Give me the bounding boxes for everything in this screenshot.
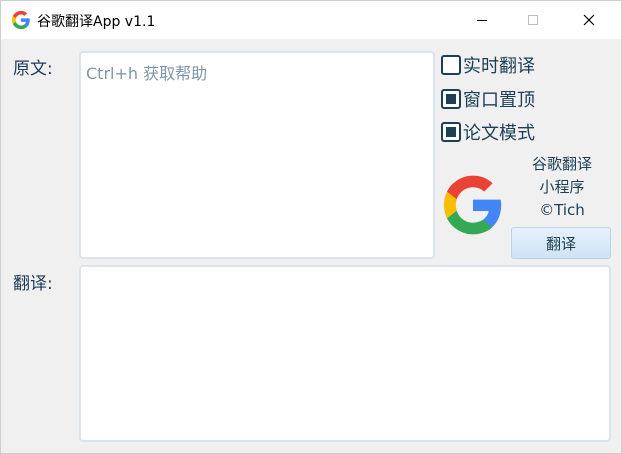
translation-output[interactable] <box>79 265 611 442</box>
realtime-translate-checkbox[interactable]: 实时翻译 <box>441 53 535 77</box>
close-icon <box>583 14 595 26</box>
title-bar[interactable]: 谷歌翻译App v1.1 <box>1 1 621 39</box>
about-line-3: ©Tich <box>539 201 585 219</box>
checkbox-label: 论文模式 <box>463 123 535 144</box>
checkbox-label: 实时翻译 <box>463 56 535 77</box>
checkbox-label: 窗口置顶 <box>463 90 535 111</box>
source-placeholder: Ctrl+h 获取帮助 <box>86 64 208 83</box>
google-g-icon <box>11 10 30 30</box>
app-window: 谷歌翻译App v1.1 原文: Ctrl+h 获取帮助 实时翻译 窗口置顶 论… <box>0 0 622 454</box>
translate-button[interactable]: 翻译 <box>511 227 611 259</box>
about-line-2: 小程序 <box>539 178 585 196</box>
maximize-button[interactable] <box>510 1 556 39</box>
checkbox-box[interactable] <box>441 89 461 109</box>
window-on-top-checkbox[interactable]: 窗口置顶 <box>441 87 535 111</box>
source-label: 原文: <box>13 59 53 79</box>
source-text-input[interactable]: Ctrl+h 获取帮助 <box>79 51 435 259</box>
minimize-icon <box>477 19 487 21</box>
google-g-icon <box>443 175 502 235</box>
about-line-1: 谷歌翻译 <box>531 155 592 173</box>
translate-button-label: 翻译 <box>545 234 576 253</box>
target-label: 翻译: <box>13 274 53 294</box>
checkbox-box[interactable] <box>441 122 461 142</box>
maximize-icon <box>528 15 538 25</box>
paper-mode-checkbox[interactable]: 论文模式 <box>441 120 535 144</box>
checkbox-box[interactable] <box>441 55 461 75</box>
minimize-button[interactable] <box>459 1 505 39</box>
about-text: 谷歌翻译 小程序 ©Tich <box>513 153 611 222</box>
window-title: 谷歌翻译App v1.1 <box>37 14 156 30</box>
close-button[interactable] <box>566 1 612 39</box>
